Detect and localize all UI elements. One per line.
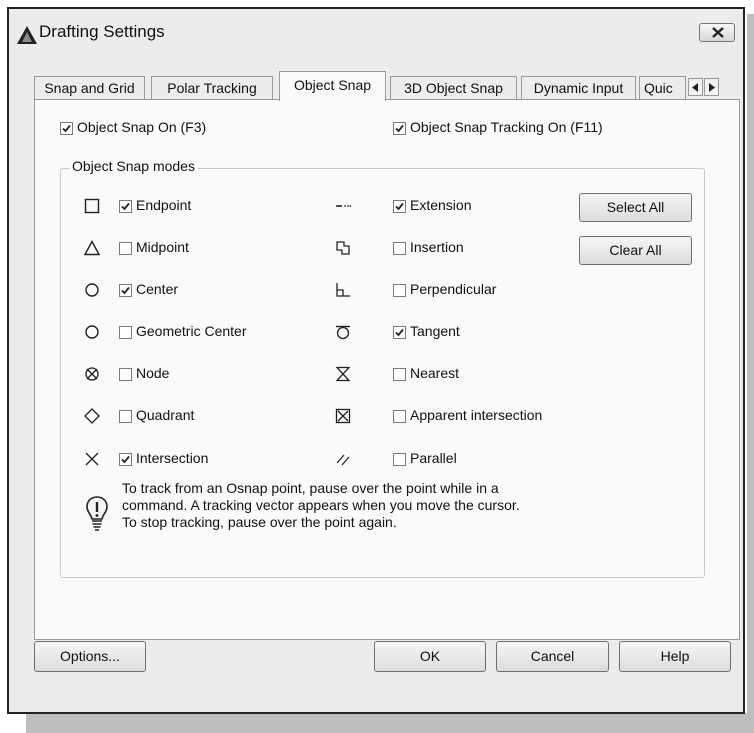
- apparent-intersection-checkbox[interactable]: [393, 410, 406, 423]
- endpoint-square-icon: [84, 198, 100, 214]
- help-button[interactable]: Help: [619, 641, 731, 672]
- title-bar[interactable]: Drafting Settings: [9, 9, 743, 57]
- geometric-center-icon: [85, 325, 99, 339]
- checkmark-icon: [121, 286, 130, 295]
- checkmark-icon: [121, 455, 130, 464]
- center-circle-icon: [85, 283, 99, 297]
- quadrant-checkbox[interactable]: [119, 410, 132, 423]
- geometric-center-checkbox[interactable]: [119, 326, 132, 339]
- midpoint-triangle-icon: [84, 240, 100, 256]
- endpoint-label[interactable]: Endpoint: [136, 197, 191, 213]
- object-snap-tracking-on-label[interactable]: Object Snap Tracking On (F11): [410, 119, 603, 135]
- checkmark-icon: [121, 202, 130, 211]
- intersection-checkbox[interactable]: [119, 453, 132, 466]
- tracking-hint-text: To track from an Osnap point, pause over…: [122, 480, 520, 530]
- perpendicular-icon: [336, 283, 350, 297]
- geometric-center-label[interactable]: Geometric Center: [136, 323, 246, 339]
- nearest-hourglass-icon: [335, 366, 351, 382]
- apparent-intersection-label[interactable]: Apparent intersection: [410, 407, 542, 423]
- perpendicular-checkbox[interactable]: [393, 284, 406, 297]
- extension-icon: [336, 205, 351, 207]
- tangent-icon: [336, 325, 350, 340]
- midpoint-checkbox[interactable]: [119, 242, 132, 255]
- object-snap-tracking-on-checkbox[interactable]: [393, 122, 406, 135]
- tab-polar-tracking[interactable]: Polar Tracking: [151, 76, 273, 100]
- center-checkbox[interactable]: [119, 284, 132, 297]
- arrow-left-icon: [692, 83, 698, 92]
- tab-object-snap[interactable]: Object Snap: [279, 71, 386, 101]
- close-button[interactable]: [699, 23, 735, 42]
- lightbulb-icon: [86, 496, 108, 531]
- parallel-icon: [336, 454, 350, 466]
- tab-3d-object-snap[interactable]: 3D Object Snap: [390, 76, 517, 100]
- select-all-button[interactable]: Select All: [579, 193, 692, 222]
- checkmark-icon: [62, 124, 71, 133]
- tab-strip: Snap and Grid Polar Tracking Object Snap…: [34, 71, 726, 101]
- insertion-label[interactable]: Insertion: [410, 239, 464, 255]
- arrow-right-icon: [709, 83, 715, 92]
- clear-all-button[interactable]: Clear All: [579, 236, 692, 265]
- nearest-checkbox[interactable]: [393, 368, 406, 381]
- drafting-settings-dialog: Drafting Settings Snap and Grid Polar Tr…: [7, 7, 745, 714]
- insertion-checkbox[interactable]: [393, 242, 406, 255]
- endpoint-checkbox[interactable]: [119, 200, 132, 213]
- midpoint-label[interactable]: Midpoint: [136, 239, 189, 255]
- dialog-shadow: [26, 713, 754, 733]
- nearest-label[interactable]: Nearest: [410, 365, 459, 381]
- object-snap-panel: Object Snap On (F3) Object Snap Tracking…: [34, 99, 740, 640]
- close-x-icon: [712, 27, 724, 38]
- tab-scroll-right-button[interactable]: [704, 78, 719, 96]
- object-snap-on-label[interactable]: Object Snap On (F3): [77, 119, 206, 135]
- quadrant-label[interactable]: Quadrant: [136, 407, 194, 423]
- extension-checkbox[interactable]: [393, 200, 406, 213]
- center-label[interactable]: Center: [136, 281, 178, 297]
- options-button[interactable]: Options...: [34, 641, 146, 672]
- apparent-intersection-icon: [335, 408, 351, 424]
- intersection-label[interactable]: Intersection: [136, 450, 208, 466]
- node-label[interactable]: Node: [136, 365, 169, 381]
- tab-snap-and-grid[interactable]: Snap and Grid: [34, 76, 145, 100]
- cancel-button[interactable]: Cancel: [496, 641, 609, 672]
- perpendicular-label[interactable]: Perpendicular: [410, 281, 496, 297]
- object-snap-on-checkbox[interactable]: [60, 122, 73, 135]
- dialog-shadow: [747, 14, 754, 733]
- window-title: Drafting Settings: [39, 22, 165, 41]
- node-icon: [85, 367, 99, 381]
- checkmark-icon: [395, 202, 404, 211]
- parallel-label[interactable]: Parallel: [410, 450, 457, 466]
- insertion-icon: [336, 241, 350, 255]
- extension-label[interactable]: Extension: [410, 197, 471, 213]
- ok-button[interactable]: OK: [374, 641, 486, 672]
- object-snap-modes-title: Object Snap modes: [69, 158, 198, 174]
- tab-dynamic-input[interactable]: Dynamic Input: [521, 76, 636, 100]
- checkmark-icon: [395, 328, 404, 337]
- node-checkbox[interactable]: [119, 368, 132, 381]
- tab-scroll-left-button[interactable]: [688, 78, 703, 96]
- tab-quick-properties[interactable]: Quic: [639, 76, 686, 100]
- parallel-checkbox[interactable]: [393, 453, 406, 466]
- tangent-label[interactable]: Tangent: [410, 323, 460, 339]
- quadrant-diamond-icon: [84, 408, 100, 424]
- intersection-x-icon: [85, 452, 99, 466]
- tangent-checkbox[interactable]: [393, 326, 406, 339]
- checkmark-icon: [395, 124, 404, 133]
- autocad-logo-icon: [17, 26, 37, 44]
